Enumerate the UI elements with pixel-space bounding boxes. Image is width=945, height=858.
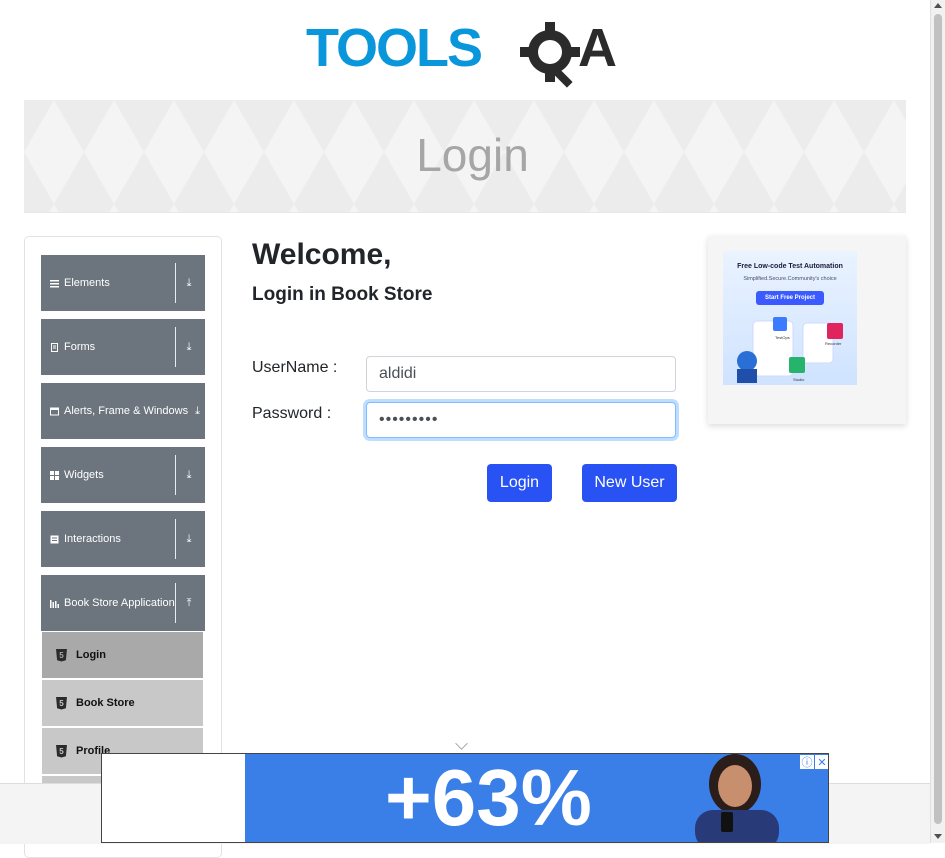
username-label: UserName : xyxy=(252,359,338,376)
sidebar-group-label: Interactions xyxy=(64,533,121,545)
login-button[interactable]: Login xyxy=(487,464,552,502)
sidebar-group-label: Book Store Application xyxy=(64,597,175,609)
username-input[interactable] xyxy=(366,356,676,392)
scroll-down-icon[interactable] xyxy=(934,834,942,839)
interaction-icon xyxy=(50,535,59,544)
html5-icon: 5 xyxy=(56,648,67,662)
bottom-advertisement[interactable]: +63% ⓘ ✕ xyxy=(101,753,829,843)
ad-illustration: TestOps Recorder Studio xyxy=(737,317,843,383)
document-icon xyxy=(50,342,59,352)
login-subheading: Login in Book Store xyxy=(252,284,433,305)
ad-person-image xyxy=(695,754,779,842)
svg-text:TOOLS: TOOLS xyxy=(306,18,481,78)
window-icon xyxy=(50,407,59,416)
expand-arrow-icon[interactable]: ⤓ xyxy=(183,277,195,290)
divider xyxy=(175,455,176,495)
sidebar-group-book-store-application[interactable]: Book Store Application ⤒ xyxy=(41,575,205,631)
ad-product-recorder: Recorder xyxy=(825,341,842,346)
sidebar-group-label: Elements xyxy=(64,277,110,289)
sidebar-item-login[interactable]: 5 Login xyxy=(42,632,203,678)
grid-icon xyxy=(50,470,59,480)
sidebar-group-label: Alerts, Frame & Windows xyxy=(64,405,189,417)
new-user-button[interactable]: New User xyxy=(582,464,677,502)
svg-text:A: A xyxy=(578,18,617,78)
toolsqa-logo[interactable]: TOOLS A xyxy=(306,14,628,92)
sidebar-item-book-store[interactable]: 5 Book Store xyxy=(42,680,203,726)
sidebar-group-elements[interactable]: Elements ⤓ xyxy=(41,255,205,311)
divider xyxy=(175,327,176,367)
divider xyxy=(175,519,176,559)
close-icon[interactable]: ✕ xyxy=(815,755,828,769)
html5-icon: 5 xyxy=(56,744,67,758)
info-icon[interactable]: ⓘ xyxy=(800,755,814,769)
password-input[interactable] xyxy=(366,402,676,438)
sidebar-group-widgets[interactable]: Widgets ⤓ xyxy=(41,447,205,503)
ad-product-testops: TestOps xyxy=(775,335,790,340)
ad-product-studio: Studio xyxy=(793,377,805,382)
ad-tagline: Simplified.Secure.Community's choice xyxy=(743,276,837,282)
sidebar-group-forms[interactable]: Forms ⤓ xyxy=(41,319,205,375)
sidebar-item-label: Login xyxy=(76,649,106,661)
hamburger-icon xyxy=(50,279,59,288)
welcome-heading: Welcome, xyxy=(252,238,392,271)
ad-banner-image[interactable]: +63% ⓘ ✕ xyxy=(245,753,828,842)
sidebar-item-label: Book Store xyxy=(76,697,135,709)
sidebar-group-label: Widgets xyxy=(64,469,104,481)
expand-arrow-icon[interactable]: ⤓ xyxy=(183,533,195,546)
expand-arrow-icon[interactable]: ⤓ xyxy=(183,469,195,482)
books-icon xyxy=(50,599,59,608)
vertical-scrollbar[interactable] xyxy=(930,0,945,843)
collapse-arrow-icon[interactable]: ⤒ xyxy=(183,597,195,610)
html5-icon: 5 xyxy=(56,696,67,710)
ad-percentage-text: +63% xyxy=(385,753,592,842)
sidebar-group-label: Forms xyxy=(64,341,96,353)
divider xyxy=(175,263,176,303)
ad-image[interactable]: Free Low-code Test Automation Simplified… xyxy=(723,251,857,385)
chevron-down-icon[interactable] xyxy=(455,737,468,750)
sidebar-group-alerts-frame-windows[interactable]: Alerts, Frame & Windows ⤓ xyxy=(41,383,205,439)
scroll-up-icon[interactable] xyxy=(934,3,942,8)
page-title: Login xyxy=(416,129,529,181)
divider xyxy=(175,583,176,623)
scroll-thumb[interactable] xyxy=(934,14,942,824)
expand-arrow-icon[interactable]: ⤓ xyxy=(195,405,200,418)
sidebar-group-interactions[interactable]: Interactions ⤓ xyxy=(41,511,205,567)
ad-cta-button[interactable]: Start Free Project xyxy=(756,291,824,305)
password-label: Password : xyxy=(252,405,332,422)
ad-headline: Free Low-code Test Automation xyxy=(737,263,843,270)
side-advertisement[interactable]: Free Low-code Test Automation Simplified… xyxy=(708,236,906,424)
expand-arrow-icon[interactable]: ⤓ xyxy=(183,341,195,354)
